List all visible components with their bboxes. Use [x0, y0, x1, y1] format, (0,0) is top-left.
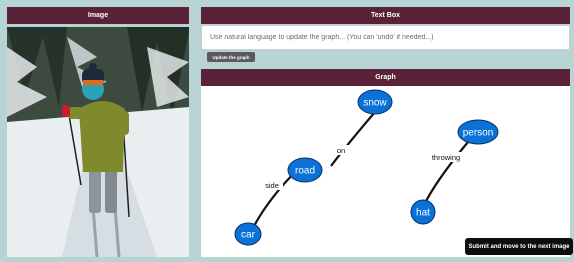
graph-panel-header: Graph	[201, 69, 570, 86]
scene-graph-canvas[interactable]: on side throwing snow road car person ha…	[201, 86, 570, 257]
update-graph-button[interactable]: Update the graph	[207, 52, 255, 62]
node-hat[interactable]: hat	[410, 199, 436, 225]
graph-command-input[interactable]	[202, 26, 569, 49]
node-road[interactable]: road	[287, 157, 323, 183]
edge-label-on: on	[337, 146, 345, 155]
node-label-road: road	[295, 166, 315, 177]
edge-label-throwing: throwing	[432, 153, 460, 162]
node-label-car: car	[241, 230, 256, 241]
node-label-person: person	[463, 128, 494, 139]
node-snow[interactable]: snow	[357, 89, 393, 115]
textbox-panel-title: Text Box	[370, 12, 401, 19]
graph-panel-title: Graph	[375, 74, 396, 81]
edge-road-snow	[330, 111, 376, 167]
node-label-snow: snow	[363, 98, 387, 109]
graph-command-field[interactable]	[201, 25, 570, 50]
submit-next-image-button[interactable]: Submit and move to the next image	[465, 238, 573, 255]
textbox-panel-header: Text Box	[201, 7, 570, 24]
edge-label-side: side	[265, 181, 279, 190]
node-person[interactable]: person	[457, 119, 499, 145]
image-panel-header: Image	[7, 7, 189, 24]
edge-person-hat	[419, 135, 474, 213]
image-panel-title: Image	[87, 12, 109, 19]
scene-photo	[7, 27, 189, 257]
scene-graph-svg: on side throwing snow road car person ha…	[234, 89, 499, 246]
node-label-hat: hat	[416, 208, 430, 219]
node-car[interactable]: car	[234, 222, 262, 246]
skier-photo-illustration	[7, 27, 189, 257]
